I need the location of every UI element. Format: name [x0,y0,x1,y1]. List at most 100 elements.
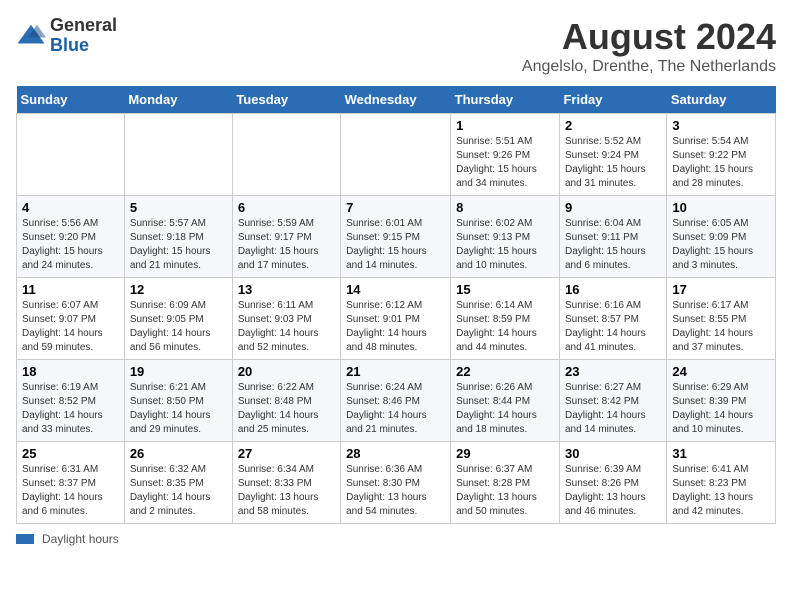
logo-text: General Blue [50,16,117,56]
day-info: Sunrise: 6:41 AM Sunset: 8:23 PM Dayligh… [672,463,770,519]
day-number: 31 [672,446,770,461]
location-subtitle: Angelslo, Drenthe, The Netherlands [522,58,776,76]
day-cell: 18 Sunrise: 6:19 AM Sunset: 8:52 PM Dayli… [17,360,125,442]
day-cell: 12Sunrise: 6:09 AM Sunset: 9:05 PM Dayli… [124,278,232,360]
day-info: Sunrise: 6:01 AM Sunset: 9:15 PM Dayligh… [346,217,445,273]
day-number: 13 [238,282,335,297]
day-number: 21 [346,364,445,379]
day-info: Sunrise: 5:54 AM Sunset: 9:22 PM Dayligh… [672,135,770,191]
day-cell: 23 Sunrise: 6:27 AM Sunset: 8:42 PM Dayli… [559,360,666,442]
day-info: Sunrise: 6:32 AM Sunset: 8:35 PM Dayligh… [130,463,227,519]
day-cell: 4 Sunrise: 5:56 AM Sunset: 9:20 PM Daylig… [17,196,125,278]
day-number: 2 [565,118,661,133]
day-cell [341,114,451,196]
day-cell: 31 Sunrise: 6:41 AM Sunset: 8:23 PM Dayli… [667,442,776,524]
day-info: Sunrise: 6:39 AM Sunset: 8:26 PM Dayligh… [565,463,661,519]
day-number: 12 [130,282,227,297]
day-cell: 3 Sunrise: 5:54 AM Sunset: 9:22 PM Daylig… [667,114,776,196]
day-cell: 19 Sunrise: 6:21 AM Sunset: 8:50 PM Dayli… [124,360,232,442]
day-info: Sunrise: 6:27 AM Sunset: 8:42 PM Dayligh… [565,381,661,437]
day-cell: 29Sunrise: 6:37 AM Sunset: 8:28 PM Dayli… [451,442,560,524]
day-number: 14 [346,282,445,297]
day-number: 16 [565,282,661,297]
day-number: 24 [672,364,770,379]
day-number: 11 [22,282,119,297]
day-cell: 20Sunrise: 6:22 AM Sunset: 8:48 PM Dayli… [232,360,340,442]
day-info: Sunrise: 6:34 AM Sunset: 8:33 PM Dayligh… [238,463,335,519]
page-header: General Blue August 2024 Angelslo, Drent… [16,16,776,76]
calendar-table: SundayMondayTuesdayWednesdayThursdayFrid… [16,86,776,524]
day-number: 1 [456,118,554,133]
day-info: Sunrise: 6:11 AM Sunset: 9:03 PM Dayligh… [238,299,335,355]
weekday-header-thursday: Thursday [451,86,560,114]
week-row-2: 4 Sunrise: 5:56 AM Sunset: 9:20 PM Daylig… [17,196,776,278]
day-cell: 11 Sunrise: 6:07 AM Sunset: 9:07 PM Dayli… [17,278,125,360]
weekday-header-sunday: Sunday [17,86,125,114]
day-info: Sunrise: 5:57 AM Sunset: 9:18 PM Dayligh… [130,217,227,273]
day-cell: 5 Sunrise: 5:57 AM Sunset: 9:18 PM Daylig… [124,196,232,278]
weekday-header-saturday: Saturday [667,86,776,114]
day-number: 23 [565,364,661,379]
day-cell: 10 Sunrise: 6:05 AM Sunset: 9:09 PM Dayli… [667,196,776,278]
day-number: 30 [565,446,661,461]
day-number: 19 [130,364,227,379]
day-cell: 26Sunrise: 6:32 AM Sunset: 8:35 PM Dayli… [124,442,232,524]
weekday-header-wednesday: Wednesday [341,86,451,114]
day-info: Sunrise: 6:31 AM Sunset: 8:37 PM Dayligh… [22,463,119,519]
day-number: 4 [22,200,119,215]
day-number: 17 [672,282,770,297]
day-cell: 9Sunrise: 6:04 AM Sunset: 9:11 PM Daylig… [559,196,666,278]
day-number: 27 [238,446,335,461]
month-title: August 2024 [522,16,776,58]
day-cell: 1Sunrise: 5:51 AM Sunset: 9:26 PM Daylig… [451,114,560,196]
day-info: Sunrise: 5:59 AM Sunset: 9:17 PM Dayligh… [238,217,335,273]
day-info: Sunrise: 6:36 AM Sunset: 8:30 PM Dayligh… [346,463,445,519]
day-number: 29 [456,446,554,461]
day-info: Sunrise: 6:07 AM Sunset: 9:07 PM Dayligh… [22,299,119,355]
weekday-header-monday: Monday [124,86,232,114]
day-cell: 8 Sunrise: 6:02 AM Sunset: 9:13 PM Daylig… [451,196,560,278]
day-info: Sunrise: 6:05 AM Sunset: 9:09 PM Dayligh… [672,217,770,273]
day-info: Sunrise: 6:19 AM Sunset: 8:52 PM Dayligh… [22,381,119,437]
day-info: Sunrise: 6:24 AM Sunset: 8:46 PM Dayligh… [346,381,445,437]
day-info: Sunrise: 6:21 AM Sunset: 8:50 PM Dayligh… [130,381,227,437]
day-info: Sunrise: 6:02 AM Sunset: 9:13 PM Dayligh… [456,217,554,273]
day-cell [17,114,125,196]
legend-label: Daylight hours [42,532,119,546]
day-info: Sunrise: 5:56 AM Sunset: 9:20 PM Dayligh… [22,217,119,273]
logo: General Blue [16,16,117,56]
day-cell: 21 Sunrise: 6:24 AM Sunset: 8:46 PM Dayli… [341,360,451,442]
day-info: Sunrise: 6:14 AM Sunset: 8:59 PM Dayligh… [456,299,554,355]
day-number: 10 [672,200,770,215]
day-number: 25 [22,446,119,461]
week-row-4: 18 Sunrise: 6:19 AM Sunset: 8:52 PM Dayli… [17,360,776,442]
footer-legend: Daylight hours [16,532,776,546]
week-row-3: 11 Sunrise: 6:07 AM Sunset: 9:07 PM Dayli… [17,278,776,360]
day-number: 28 [346,446,445,461]
day-number: 22 [456,364,554,379]
day-cell [124,114,232,196]
weekday-header-tuesday: Tuesday [232,86,340,114]
day-cell: 25 Sunrise: 6:31 AM Sunset: 8:37 PM Dayli… [17,442,125,524]
day-info: Sunrise: 6:17 AM Sunset: 8:55 PM Dayligh… [672,299,770,355]
day-cell: 15Sunrise: 6:14 AM Sunset: 8:59 PM Dayli… [451,278,560,360]
day-number: 7 [346,200,445,215]
day-cell: 2 Sunrise: 5:52 AM Sunset: 9:24 PM Daylig… [559,114,666,196]
day-cell: 13 Sunrise: 6:11 AM Sunset: 9:03 PM Dayli… [232,278,340,360]
day-number: 5 [130,200,227,215]
weekday-header-row: SundayMondayTuesdayWednesdayThursdayFrid… [17,86,776,114]
day-cell: 30 Sunrise: 6:39 AM Sunset: 8:26 PM Dayli… [559,442,666,524]
day-cell: 14Sunrise: 6:12 AM Sunset: 9:01 PM Dayli… [341,278,451,360]
day-number: 3 [672,118,770,133]
day-cell: 7 Sunrise: 6:01 AM Sunset: 9:15 PM Daylig… [341,196,451,278]
day-info: Sunrise: 6:16 AM Sunset: 8:57 PM Dayligh… [565,299,661,355]
day-cell: 27 Sunrise: 6:34 AM Sunset: 8:33 PM Dayli… [232,442,340,524]
day-number: 8 [456,200,554,215]
legend-color-box [16,534,34,544]
title-area: August 2024 Angelslo, Drenthe, The Nethe… [522,16,776,76]
day-info: Sunrise: 5:52 AM Sunset: 9:24 PM Dayligh… [565,135,661,191]
day-number: 18 [22,364,119,379]
day-cell: 17 Sunrise: 6:17 AM Sunset: 8:55 PM Dayli… [667,278,776,360]
day-cell: 16 Sunrise: 6:16 AM Sunset: 8:57 PM Dayli… [559,278,666,360]
day-info: Sunrise: 6:26 AM Sunset: 8:44 PM Dayligh… [456,381,554,437]
